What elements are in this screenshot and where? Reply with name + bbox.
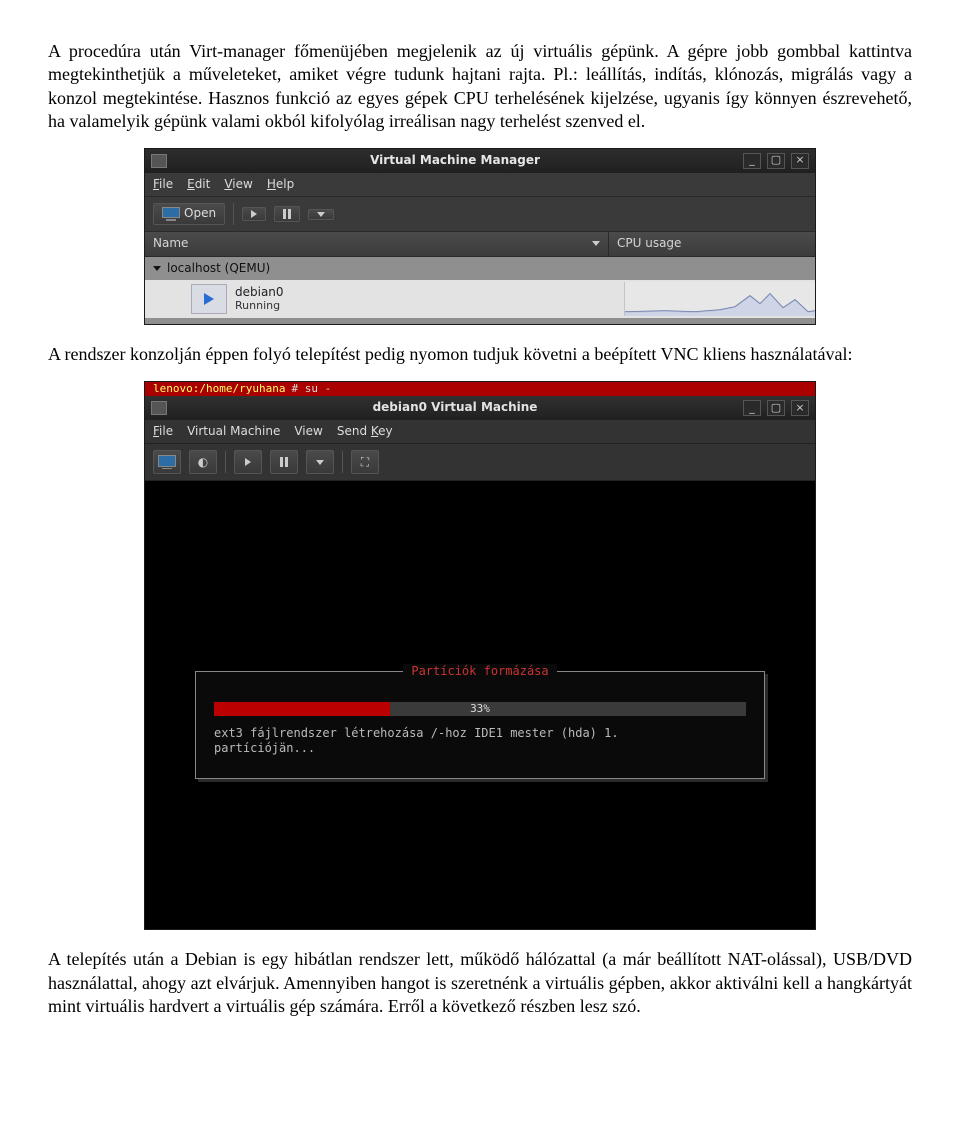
- close-button[interactable]: ×: [791, 400, 809, 416]
- paragraph-2: A rendszer konzolján éppen folyó telepít…: [48, 343, 912, 366]
- vmm-body: localhost (QEMU) debian0 Running: [145, 257, 815, 325]
- menu-edit[interactable]: Edit: [187, 177, 210, 193]
- column-cpu-usage[interactable]: CPU usage: [609, 232, 815, 256]
- play-icon: [251, 210, 257, 218]
- shutdown-menu-button[interactable]: [308, 209, 334, 220]
- dialog-title: Partíciók formázása: [403, 664, 556, 678]
- vm-status-icon: [191, 284, 227, 314]
- progress-percent: 33%: [470, 702, 490, 716]
- vmm-window: Virtual Machine Manager _ ▢ × File Edit …: [144, 148, 816, 326]
- host-label: localhost (QEMU): [167, 261, 270, 277]
- dialog-line-1: ext3 fájlrendszer létrehozása /-hoz IDE1…: [214, 726, 746, 741]
- dialog-line-2: partíciójän...: [214, 741, 746, 756]
- paragraph-1: A procedúra után Virt-manager főmenüjébe…: [48, 40, 912, 134]
- vm-toolbar: ◐ ⛶: [145, 443, 815, 481]
- expand-icon: [153, 266, 161, 271]
- terminal-prompt-bar: lenovo:/home/ryuhana # su -: [145, 382, 815, 396]
- vm-row[interactable]: debian0 Running: [145, 280, 815, 318]
- app-icon: [151, 401, 167, 415]
- run-button[interactable]: [234, 450, 262, 474]
- app-icon: [151, 154, 167, 168]
- vmm-column-headers: Name CPU usage: [145, 232, 815, 257]
- vnc-console[interactable]: Partíciók formázása 33% ext3 fájlrendsze…: [145, 481, 815, 929]
- prompt-command: # su -: [291, 382, 331, 396]
- chevron-down-icon: [316, 460, 324, 465]
- monitor-icon: [162, 207, 180, 221]
- run-button[interactable]: [242, 207, 266, 221]
- play-icon: [245, 458, 251, 466]
- pause-button[interactable]: [274, 206, 300, 222]
- vm-menubar: File Virtual Machine View Send Key: [145, 420, 815, 444]
- vmm-menubar: File Edit View Help: [145, 173, 815, 197]
- minimize-button[interactable]: _: [743, 400, 761, 416]
- console-button[interactable]: [153, 450, 181, 474]
- cpu-usage-sparkline: [624, 282, 815, 316]
- monitor-icon: [158, 455, 176, 469]
- menu-view[interactable]: View: [294, 424, 322, 440]
- minimize-button[interactable]: _: [743, 153, 761, 169]
- toolbar-separator: [233, 203, 234, 225]
- chevron-down-icon: [317, 212, 325, 217]
- dialog-status-text: ext3 fájlrendszer létrehozása /-hoz IDE1…: [214, 726, 746, 756]
- close-button[interactable]: ×: [791, 153, 809, 169]
- vm-titlebar: debian0 Virtual Machine _ ▢ ×: [145, 396, 815, 420]
- menu-view[interactable]: View: [224, 177, 252, 193]
- vmm-titlebar: Virtual Machine Manager _ ▢ ×: [145, 149, 815, 173]
- open-button-label: Open: [184, 206, 216, 222]
- column-name-label: Name: [153, 236, 188, 252]
- menu-send-key[interactable]: Send Key: [337, 424, 393, 440]
- chevron-down-icon: [592, 241, 600, 246]
- open-button[interactable]: Open: [153, 203, 225, 225]
- pause-button[interactable]: [270, 450, 298, 474]
- pause-icon: [283, 209, 291, 219]
- shutdown-menu-button[interactable]: [306, 450, 334, 474]
- window-title: Virtual Machine Manager: [173, 153, 737, 169]
- toolbar-separator: [225, 451, 226, 473]
- paragraph-3: A telepítés után a Debian is egy hibátla…: [48, 948, 912, 1018]
- maximize-button[interactable]: ▢: [767, 400, 785, 416]
- prompt-path: lenovo:/home/ryuhana: [153, 382, 285, 396]
- progress-bar-fill: [214, 702, 390, 716]
- progress-bar: 33%: [214, 702, 746, 716]
- vm-console-window: lenovo:/home/ryuhana # su - debian0 Virt…: [144, 381, 816, 931]
- installer-dialog: Partíciók formázása 33% ext3 fájlrendsze…: [195, 671, 765, 779]
- menu-file[interactable]: File: [153, 424, 173, 440]
- menu-virtual-machine[interactable]: Virtual Machine: [187, 424, 280, 440]
- maximize-button[interactable]: ▢: [767, 153, 785, 169]
- play-icon: [204, 293, 214, 305]
- menu-help[interactable]: Help: [267, 177, 294, 193]
- toolbar-separator: [342, 451, 343, 473]
- column-name[interactable]: Name: [145, 232, 609, 256]
- vmm-toolbar: Open: [145, 196, 815, 232]
- details-button[interactable]: ◐: [189, 450, 217, 474]
- menu-file[interactable]: File: [153, 177, 173, 193]
- fullscreen-button[interactable]: ⛶: [351, 450, 379, 474]
- host-row[interactable]: localhost (QEMU): [145, 257, 815, 281]
- window-title: debian0 Virtual Machine: [173, 400, 737, 416]
- pause-icon: [280, 457, 288, 467]
- vm-name: debian0: [235, 286, 284, 300]
- vm-state: Running: [235, 300, 284, 313]
